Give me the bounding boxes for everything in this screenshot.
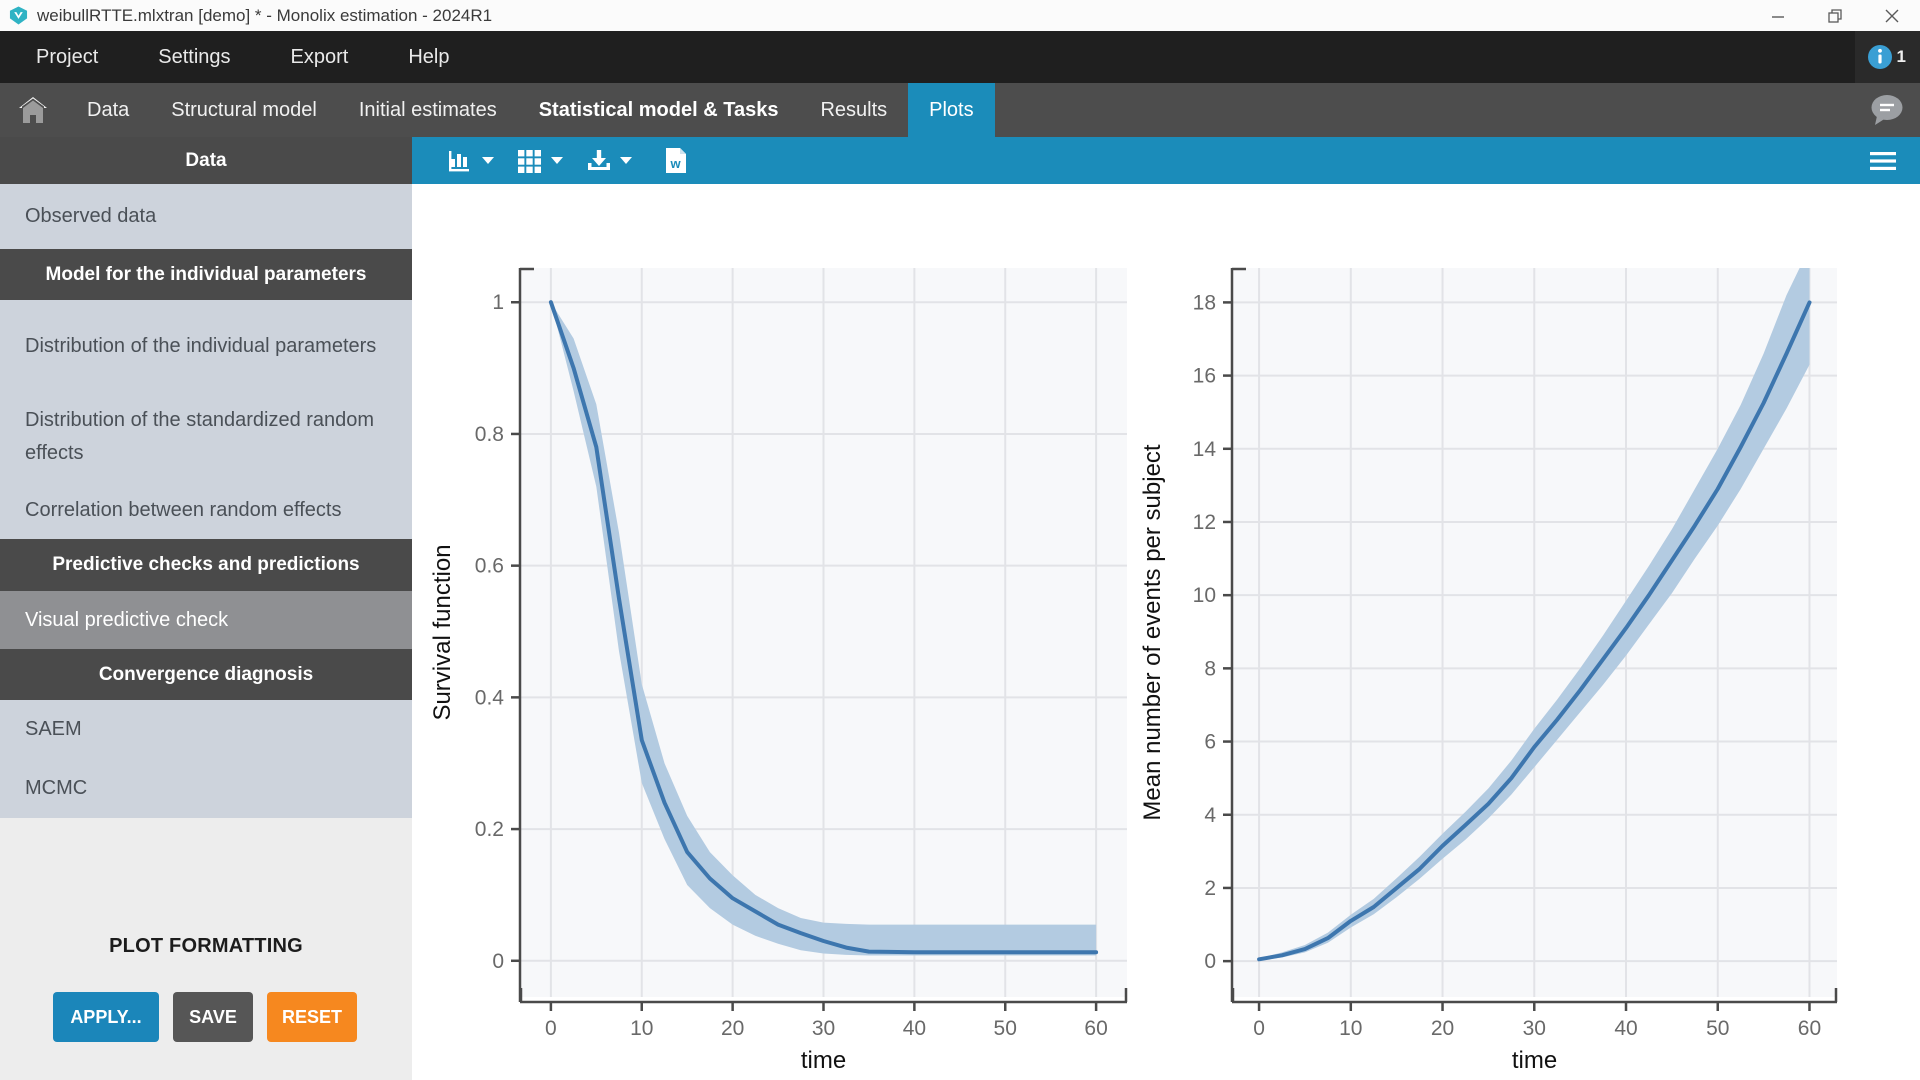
- sidebar-item-observed-data[interactable]: Observed data: [0, 184, 412, 249]
- x-tick-label: 30: [1523, 1017, 1546, 1040]
- menu-icon: [1870, 151, 1896, 171]
- x-tick-label: 20: [721, 1017, 744, 1040]
- y-tick-label: 10: [1193, 584, 1216, 607]
- minimize-button[interactable]: [1749, 0, 1806, 31]
- sidebar-section-title: Data: [0, 137, 412, 184]
- x-axis-title: time: [801, 1047, 846, 1074]
- y-tick-label: 0.6: [475, 555, 504, 578]
- sidebar-item-saem[interactable]: SAEM: [0, 700, 412, 759]
- download-icon: [586, 149, 612, 173]
- sidebar-item-correlation-between-random-effects[interactable]: Correlation between random effects: [0, 482, 412, 539]
- notification-area[interactable]: 1: [1855, 31, 1920, 83]
- y-tick-label: 4: [1204, 804, 1216, 827]
- x-tick-label: 50: [994, 1017, 1017, 1040]
- sidebar-item-distribution-of-the-individual-parameter[interactable]: Distribution of the individual parameter…: [0, 300, 412, 392]
- chart-type-icon: [448, 149, 474, 173]
- vpc-chart-1: 0 2 4 6 8 10 12 14 16 18 0 10 20 30 40 50 60 time Mean num…: [1139, 248, 1837, 1075]
- download-button[interactable]: [586, 149, 633, 173]
- sidebar-section-predictive-checks-and-predictions: Predictive checks and predictions: [0, 539, 412, 591]
- x-tick-label: 0: [1253, 1017, 1265, 1040]
- plot-formatting-title: PLOT FORMATTING: [0, 935, 412, 958]
- vpc-charts: 00.20.40.60.810102030405060timeSurvival …: [412, 184, 1920, 1080]
- x-tick-label: 40: [903, 1017, 926, 1040]
- plots-sidebar: Observed dataModel for the individual pa…: [0, 184, 412, 1080]
- x-axis-title: time: [1512, 1047, 1557, 1074]
- y-tick-label: 0.2: [475, 818, 504, 841]
- menu-bar: Project Settings Export Help 1: [0, 31, 1920, 83]
- x-tick-label: 30: [812, 1017, 835, 1040]
- x-tick-label: 20: [1431, 1017, 1454, 1040]
- x-tick-label: 60: [1084, 1017, 1107, 1040]
- menu-export[interactable]: Export: [267, 46, 373, 69]
- x-tick-label: 60: [1798, 1017, 1821, 1040]
- y-tick-label: 1: [492, 291, 504, 314]
- svg-text:w: w: [669, 156, 681, 171]
- layout-grid-button[interactable]: [517, 149, 564, 173]
- chevron-down-icon: [550, 156, 564, 165]
- word-export-button[interactable]: w: [665, 147, 687, 174]
- sidebar-section-model-for-the-individual-parameters: Model for the individual parameters: [0, 249, 412, 300]
- apply-button[interactable]: APPLY...: [53, 992, 159, 1042]
- toolbar-row: Data: [0, 137, 1920, 184]
- tab-results[interactable]: Results: [799, 83, 908, 137]
- y-tick-label: 2: [1204, 877, 1216, 900]
- y-tick-label: 0: [492, 950, 504, 973]
- x-tick-label: 50: [1706, 1017, 1729, 1040]
- monolix-logo-icon: [9, 6, 28, 25]
- chevron-down-icon: [481, 156, 495, 165]
- menu-help[interactable]: Help: [384, 46, 473, 69]
- sidebar-item-visual-predictive-check[interactable]: Visual predictive check: [0, 591, 412, 649]
- y-tick-label: 14: [1193, 438, 1217, 461]
- y-tick-label: 0: [1204, 950, 1216, 973]
- tab-initial-estimates[interactable]: Initial estimates: [338, 83, 518, 137]
- y-axis-title: Survival function: [429, 544, 456, 720]
- x-tick-label: 40: [1614, 1017, 1637, 1040]
- tab-statistical-model-tasks[interactable]: Statistical model & Tasks: [518, 83, 800, 137]
- y-tick-label: 18: [1193, 291, 1216, 314]
- main-tab-bar: DataStructural modelInitial estimatesSta…: [0, 83, 1920, 137]
- close-button[interactable]: [1863, 0, 1920, 31]
- plot-menu-button[interactable]: [1870, 151, 1920, 171]
- restore-button[interactable]: [1806, 0, 1863, 31]
- menu-settings[interactable]: Settings: [134, 46, 254, 69]
- y-tick-label: 6: [1204, 731, 1216, 754]
- home-icon: [18, 96, 48, 124]
- y-tick-label: 0.4: [475, 686, 505, 709]
- chart-type-button[interactable]: [448, 149, 495, 173]
- word-export-icon: w: [665, 147, 687, 174]
- plot-area: 00.20.40.60.810102030405060timeSurvival …: [412, 184, 1920, 1080]
- layout-grid-icon: [517, 149, 543, 173]
- chevron-down-icon: [619, 156, 633, 165]
- x-tick-label: 10: [630, 1017, 653, 1040]
- window-title: weibullRTTE.mlxtran [demo] * - Monolix e…: [37, 6, 492, 26]
- sidebar-item-distribution-of-the-standardized-random-[interactable]: Distribution of the standardized random …: [0, 392, 412, 482]
- y-tick-label: 16: [1193, 365, 1216, 388]
- notification-count: 1: [1897, 47, 1906, 67]
- y-tick-label: 0.8: [475, 423, 504, 446]
- reset-button[interactable]: RESET: [267, 992, 357, 1042]
- vpc-chart-0: 00.20.40.60.810102030405060timeSurvival …: [429, 268, 1127, 1074]
- sidebar-section-convergence-diagnosis: Convergence diagnosis: [0, 649, 412, 700]
- tab-data[interactable]: Data: [66, 83, 150, 137]
- sidebar-item-mcmc[interactable]: MCMC: [0, 759, 412, 818]
- y-tick-label: 12: [1193, 511, 1216, 534]
- home-tab[interactable]: [0, 83, 66, 137]
- tab-plots[interactable]: Plots: [908, 83, 994, 137]
- feedback-bubble-icon[interactable]: [1870, 94, 1904, 126]
- x-tick-label: 0: [545, 1017, 557, 1040]
- x-tick-label: 10: [1339, 1017, 1362, 1040]
- title-bar: weibullRTTE.mlxtran [demo] * - Monolix e…: [0, 0, 1920, 31]
- plot-toolbar: w: [412, 137, 1920, 184]
- tab-structural-model[interactable]: Structural model: [150, 83, 338, 137]
- info-icon: [1867, 44, 1893, 70]
- y-tick-label: 8: [1204, 657, 1216, 680]
- y-axis-title: Mean number of events per subject: [1139, 444, 1166, 821]
- menu-project[interactable]: Project: [12, 46, 122, 69]
- save-button[interactable]: SAVE: [173, 992, 253, 1042]
